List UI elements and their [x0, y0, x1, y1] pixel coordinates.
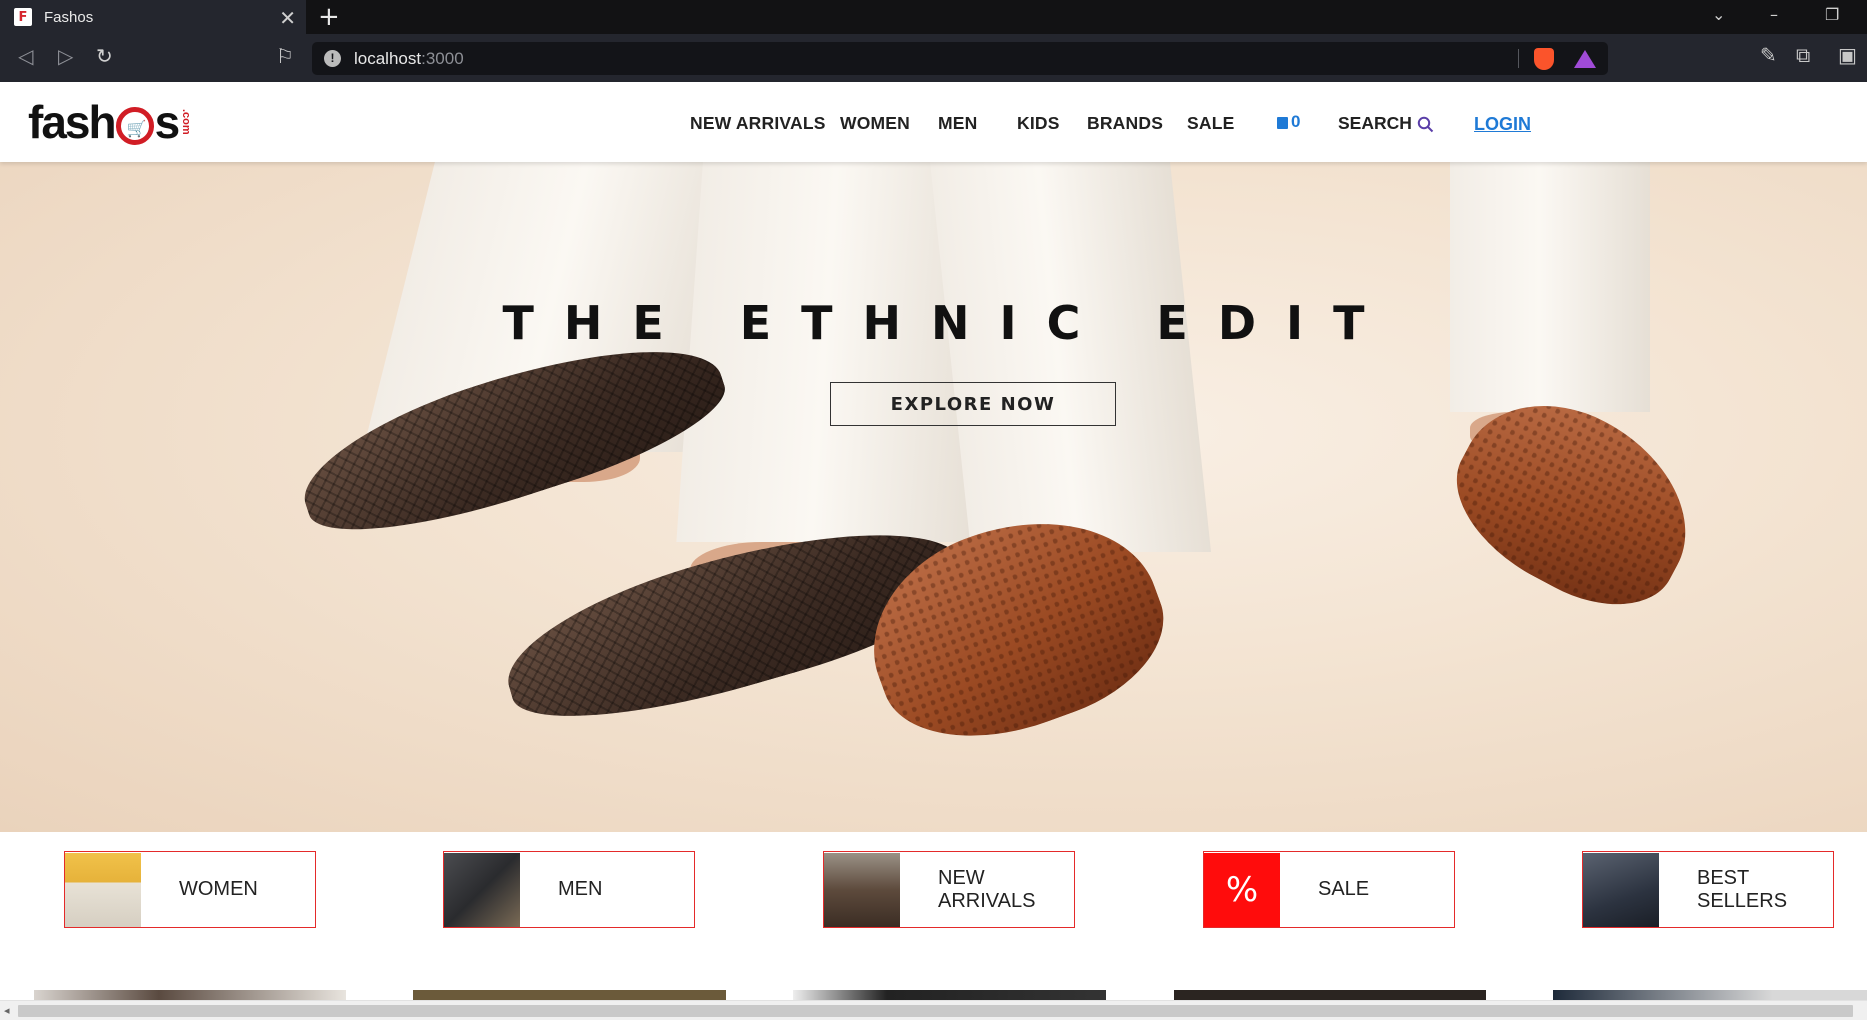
tab-title: Fashos: [44, 8, 94, 26]
browser-tab-bar: F Fashos ✕ + ⌄ – ❐: [0, 0, 1867, 34]
browser-toolbar: ◁ ▷ ↻ ⚐ ! localhost:3000 ✎ ⧉ ▣: [0, 34, 1867, 82]
category-strip: WOMEN MEN NEW ARRIVALS % SALE BEST SELLE…: [0, 832, 1867, 1000]
category-women[interactable]: WOMEN: [64, 851, 316, 928]
site-header: fash 🛒 s .com NEW ARRIVALS WOMEN MEN KID…: [0, 82, 1867, 162]
category-label: NEW ARRIVALS: [938, 866, 1036, 912]
search-button[interactable]: SEARCH: [1338, 113, 1434, 134]
scrollbar-thumb[interactable]: [18, 1005, 1853, 1017]
product-preview: [793, 990, 1106, 1000]
shopping-bag-icon: [1277, 117, 1288, 129]
search-label: SEARCH: [1338, 113, 1412, 133]
category-new-arrivals[interactable]: NEW ARRIVALS: [823, 851, 1075, 928]
horizontal-scrollbar[interactable]: ◂: [0, 1000, 1867, 1020]
restore-icon[interactable]: ❐: [1825, 5, 1839, 24]
explore-now-button[interactable]: EXPLORE NOW: [830, 382, 1116, 426]
login-link[interactable]: LOGIN: [1474, 114, 1531, 135]
nav-men[interactable]: MEN: [938, 113, 978, 134]
wallet-icon[interactable]: ▣: [1838, 43, 1857, 67]
category-best-sellers[interactable]: BEST SELLERS: [1582, 851, 1834, 928]
men-fashion-thumbnail: [444, 852, 520, 927]
site-info-icon[interactable]: !: [324, 50, 341, 67]
tab-list-chevron-icon[interactable]: ⌄: [1712, 5, 1725, 24]
brave-shields-icon[interactable]: [1534, 48, 1554, 70]
nav-women[interactable]: WOMEN: [840, 113, 910, 134]
minimize-icon[interactable]: –: [1770, 5, 1778, 24]
category-label: BEST SELLERS: [1697, 866, 1788, 912]
category-men[interactable]: MEN: [443, 851, 695, 928]
search-icon: [1417, 116, 1434, 132]
category-label: SALE: [1318, 878, 1370, 900]
browser-tab[interactable]: F Fashos ✕: [0, 0, 306, 34]
product-preview: [413, 990, 726, 1000]
category-sale[interactable]: % SALE: [1203, 851, 1455, 928]
address-bar[interactable]: ! localhost:3000: [312, 42, 1608, 75]
cart-logo-icon: 🛒: [115, 107, 154, 145]
brave-rewards-icon[interactable]: [1574, 50, 1596, 68]
new-tab-icon[interactable]: +: [318, 2, 340, 32]
nav-sale[interactable]: SALE: [1187, 113, 1234, 134]
cart-button[interactable]: 0: [1277, 112, 1300, 132]
cart-count: 0: [1291, 112, 1301, 131]
category-label: WOMEN: [179, 878, 258, 900]
sneakers-thumbnail: [1583, 852, 1659, 927]
hero-banner: THE ETHNIC EDIT EXPLORE NOW: [0, 162, 1867, 832]
pen-icon[interactable]: ✎: [1760, 43, 1777, 67]
women-shoes-thumbnail: [65, 852, 141, 927]
url-divider: [1518, 49, 1519, 68]
fashos-logo[interactable]: fash 🛒 s .com: [28, 94, 192, 150]
forward-icon[interactable]: ▷: [58, 44, 73, 68]
reload-icon[interactable]: ↻: [96, 44, 113, 68]
url-text[interactable]: localhost:3000: [354, 49, 464, 69]
category-label: MEN: [558, 878, 603, 900]
extensions-icon[interactable]: ⧉: [1796, 43, 1810, 67]
product-preview: [1174, 990, 1486, 1000]
close-tab-icon[interactable]: ✕: [279, 6, 296, 30]
back-icon[interactable]: ◁: [18, 44, 33, 68]
favicon-icon: F: [14, 8, 32, 26]
scroll-left-icon[interactable]: ◂: [4, 1004, 10, 1017]
nav-kids[interactable]: KIDS: [1017, 113, 1060, 134]
nav-new-arrivals[interactable]: NEW ARRIVALS: [690, 113, 826, 134]
bookmark-icon[interactable]: ⚐: [276, 44, 294, 68]
product-preview: [1553, 990, 1867, 1000]
boots-thumbnail: [824, 852, 900, 927]
nav-brands[interactable]: BRANDS: [1087, 113, 1163, 134]
product-preview: [34, 990, 346, 1000]
percent-icon: %: [1204, 852, 1280, 927]
hero-title: THE ETHNIC EDIT: [502, 296, 1395, 350]
